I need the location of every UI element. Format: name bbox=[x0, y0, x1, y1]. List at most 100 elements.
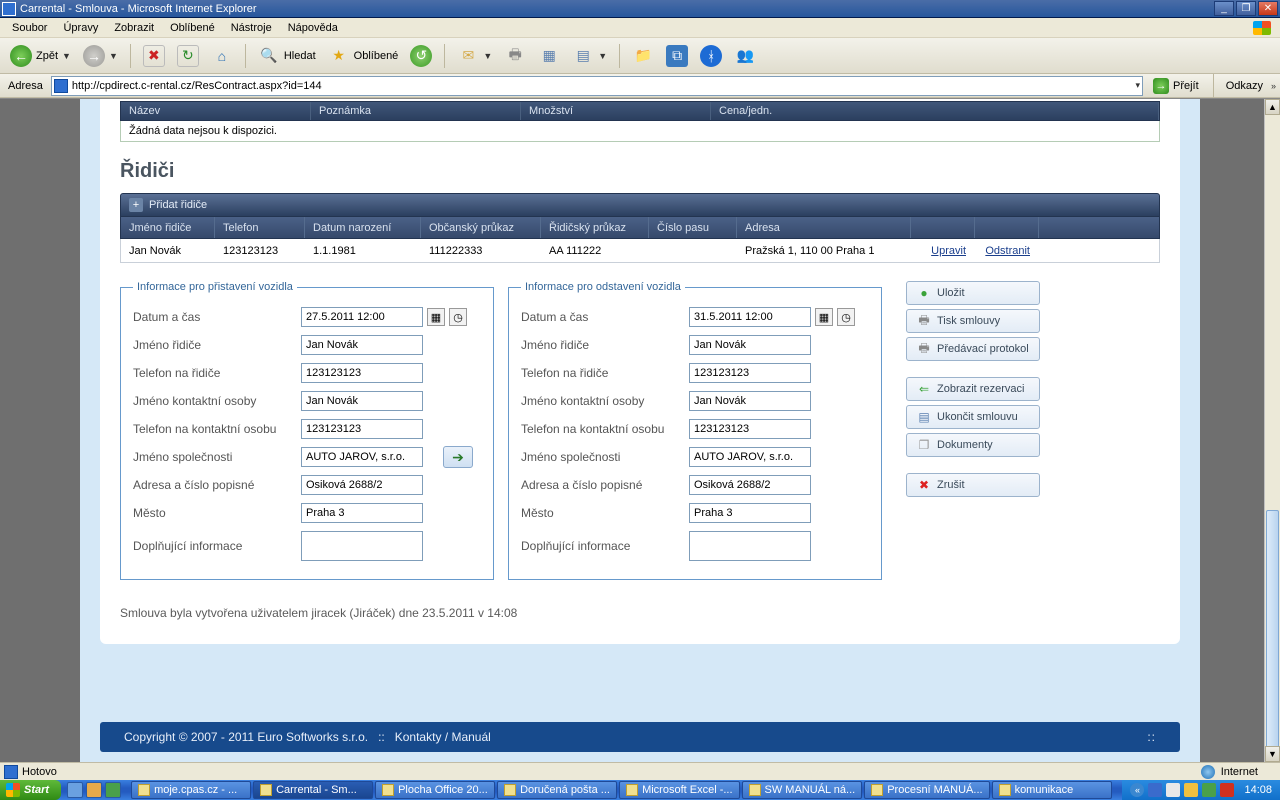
menu-soubor[interactable]: Soubor bbox=[4, 20, 55, 36]
pickup-extra-input[interactable] bbox=[301, 531, 423, 561]
dropoff-address-input[interactable] bbox=[689, 475, 811, 495]
taskbar-task[interactable]: Procesní MANUÁ... bbox=[864, 781, 989, 799]
task-label: Carrental - Sm... bbox=[276, 784, 357, 796]
research-button[interactable]: ⧉ bbox=[662, 43, 692, 69]
stop-button[interactable]: ✖ bbox=[139, 43, 169, 69]
scroll-thumb[interactable] bbox=[1266, 510, 1279, 762]
bluetooth-button[interactable]: ᚼ bbox=[696, 43, 726, 69]
app-icon bbox=[382, 784, 394, 796]
vertical-scrollbar[interactable]: ▲ ▼ bbox=[1264, 99, 1280, 762]
show-reservation-button[interactable]: ⇐Zobrazit rezervaci bbox=[906, 377, 1040, 401]
restore-button[interactable]: ❐ bbox=[1236, 1, 1256, 16]
edit-driver-link[interactable]: Upravit bbox=[931, 245, 966, 257]
start-button[interactable]: Start bbox=[0, 780, 61, 800]
delete-driver-link[interactable]: Odstranit bbox=[985, 245, 1030, 257]
tray-icon[interactable] bbox=[1184, 783, 1198, 797]
tray-icon[interactable] bbox=[1166, 783, 1180, 797]
cancel-icon: ✖ bbox=[917, 478, 931, 492]
taskbar-task[interactable]: Doručená pošta ... bbox=[497, 781, 617, 799]
quicklaunch-icon[interactable] bbox=[67, 782, 83, 798]
footer-links[interactable]: Kontakty / Manuál bbox=[395, 730, 491, 744]
taskbar-task[interactable]: moje.cpas.cz - ... bbox=[131, 781, 251, 799]
close-button[interactable]: ✕ bbox=[1258, 1, 1278, 16]
minimize-button[interactable]: _ bbox=[1214, 1, 1234, 16]
print-contract-button[interactable]: 🖶Tisk smlouvy bbox=[906, 309, 1040, 333]
calendar-icon[interactable]: ▦ bbox=[815, 308, 833, 326]
end-contract-button[interactable]: ▤Ukončit smlouvu bbox=[906, 405, 1040, 429]
quicklaunch-icon[interactable] bbox=[105, 782, 121, 798]
edit-button[interactable]: ▦ bbox=[534, 43, 564, 69]
tray-icon[interactable] bbox=[1202, 783, 1216, 797]
pickup-city-input[interactable] bbox=[301, 503, 423, 523]
copy-to-dropoff-button[interactable]: ➔ bbox=[443, 446, 473, 468]
back-button[interactable]: ←Zpět▼ bbox=[6, 43, 75, 69]
dropoff-city-input[interactable] bbox=[689, 503, 811, 523]
cancel-button[interactable]: ✖Zrušit bbox=[906, 473, 1040, 497]
handover-protocol-button[interactable]: 🖶Předávací protokol bbox=[906, 337, 1040, 361]
taskbar-task[interactable]: Carrental - Sm... bbox=[253, 781, 373, 799]
tray-icon[interactable] bbox=[1220, 783, 1234, 797]
pickup-contact-phone-input[interactable] bbox=[301, 419, 423, 439]
print-button[interactable]: 🖶 bbox=[500, 43, 530, 69]
mail-button[interactable]: ✉▼ bbox=[453, 43, 496, 69]
tray-expand-icon[interactable]: « bbox=[1130, 783, 1144, 797]
add-driver-label: Přidat řidiče bbox=[149, 199, 207, 211]
dropoff-contact-phone-input[interactable] bbox=[689, 419, 811, 439]
calendar-icon[interactable]: ▦ bbox=[427, 308, 445, 326]
pickup-driver-phone-input[interactable] bbox=[301, 363, 423, 383]
quicklaunch-icon[interactable] bbox=[86, 782, 102, 798]
taskbar-task[interactable]: SW MANUÁL ná... bbox=[742, 781, 863, 799]
menu-napoveda[interactable]: Nápověda bbox=[280, 20, 346, 36]
page-footer: Copyright © 2007 - 2011 Euro Softworks s… bbox=[100, 722, 1180, 752]
messenger-button[interactable]: 👥 bbox=[730, 43, 760, 69]
dropoff-driver-phone-input[interactable] bbox=[689, 363, 811, 383]
task-label: Plocha Office 20... bbox=[398, 784, 488, 796]
links-chevron[interactable]: » bbox=[1271, 81, 1276, 91]
taskbar-clock[interactable]: 14:08 bbox=[1238, 784, 1272, 796]
scroll-down-button[interactable]: ▼ bbox=[1265, 746, 1280, 762]
app-icon bbox=[504, 784, 516, 796]
pickup-address-input[interactable] bbox=[301, 475, 423, 495]
dropoff-driver-input[interactable] bbox=[689, 335, 811, 355]
discuss-button[interactable]: ▤▼ bbox=[568, 43, 611, 69]
search-button[interactable]: 🔍Hledat bbox=[254, 43, 320, 69]
taskbar-task[interactable]: Microsoft Excel -... bbox=[619, 781, 739, 799]
menu-nastroje[interactable]: Nástroje bbox=[223, 20, 280, 36]
address-input-wrap[interactable]: http://cpdirect.c-rental.cz/ResContract.… bbox=[51, 76, 1143, 96]
home-button[interactable]: ⌂ bbox=[207, 43, 237, 69]
tray-icon[interactable] bbox=[1148, 783, 1162, 797]
dropoff-contact-input[interactable] bbox=[689, 391, 811, 411]
scroll-up-button[interactable]: ▲ bbox=[1265, 99, 1280, 115]
favorites-button[interactable]: ★Oblíbené bbox=[324, 43, 403, 69]
address-label: Adresa bbox=[4, 80, 47, 92]
go-button[interactable]: →Přejít bbox=[1147, 76, 1205, 96]
footer-copyright: Copyright © 2007 - 2011 Euro Softworks s… bbox=[124, 730, 368, 744]
refresh-button[interactable]: ↻ bbox=[173, 43, 203, 69]
menu-upravy[interactable]: Úpravy bbox=[55, 20, 106, 36]
pickup-contact-input[interactable] bbox=[301, 391, 423, 411]
clock-icon[interactable]: ◷ bbox=[449, 308, 467, 326]
system-tray: « 14:08 bbox=[1122, 780, 1280, 800]
links-label[interactable]: Odkazy bbox=[1222, 80, 1267, 92]
dropoff-company-input[interactable] bbox=[689, 447, 811, 467]
menu-oblibene[interactable]: Oblíbené bbox=[162, 20, 223, 36]
save-button[interactable]: ●Uložit bbox=[906, 281, 1040, 305]
taskbar: Start moje.cpas.cz - ... Carrental - Sm..… bbox=[0, 780, 1280, 800]
taskbar-task[interactable]: Plocha Office 20... bbox=[375, 781, 495, 799]
pickup-company-input[interactable] bbox=[301, 447, 423, 467]
add-driver-bar[interactable]: + Přidat řidiče bbox=[120, 193, 1160, 217]
clock-icon[interactable]: ◷ bbox=[837, 308, 855, 326]
documents-button[interactable]: ❐Dokumenty bbox=[906, 433, 1040, 457]
pickup-driver-input[interactable] bbox=[301, 335, 423, 355]
menu-zobrazit[interactable]: Zobrazit bbox=[106, 20, 162, 36]
ie-logo bbox=[1248, 19, 1276, 37]
dropoff-datetime-input[interactable] bbox=[689, 307, 811, 327]
folder-button[interactable]: 📁 bbox=[628, 43, 658, 69]
app-icon bbox=[138, 784, 150, 796]
history-button[interactable]: ↺ bbox=[406, 43, 436, 69]
pickup-datetime-input[interactable] bbox=[301, 307, 423, 327]
forward-button[interactable]: →▼ bbox=[79, 43, 122, 69]
address-dropdown[interactable]: ▾ bbox=[1135, 80, 1140, 91]
dropoff-extra-input[interactable] bbox=[689, 531, 811, 561]
taskbar-task[interactable]: komunikace bbox=[992, 781, 1112, 799]
